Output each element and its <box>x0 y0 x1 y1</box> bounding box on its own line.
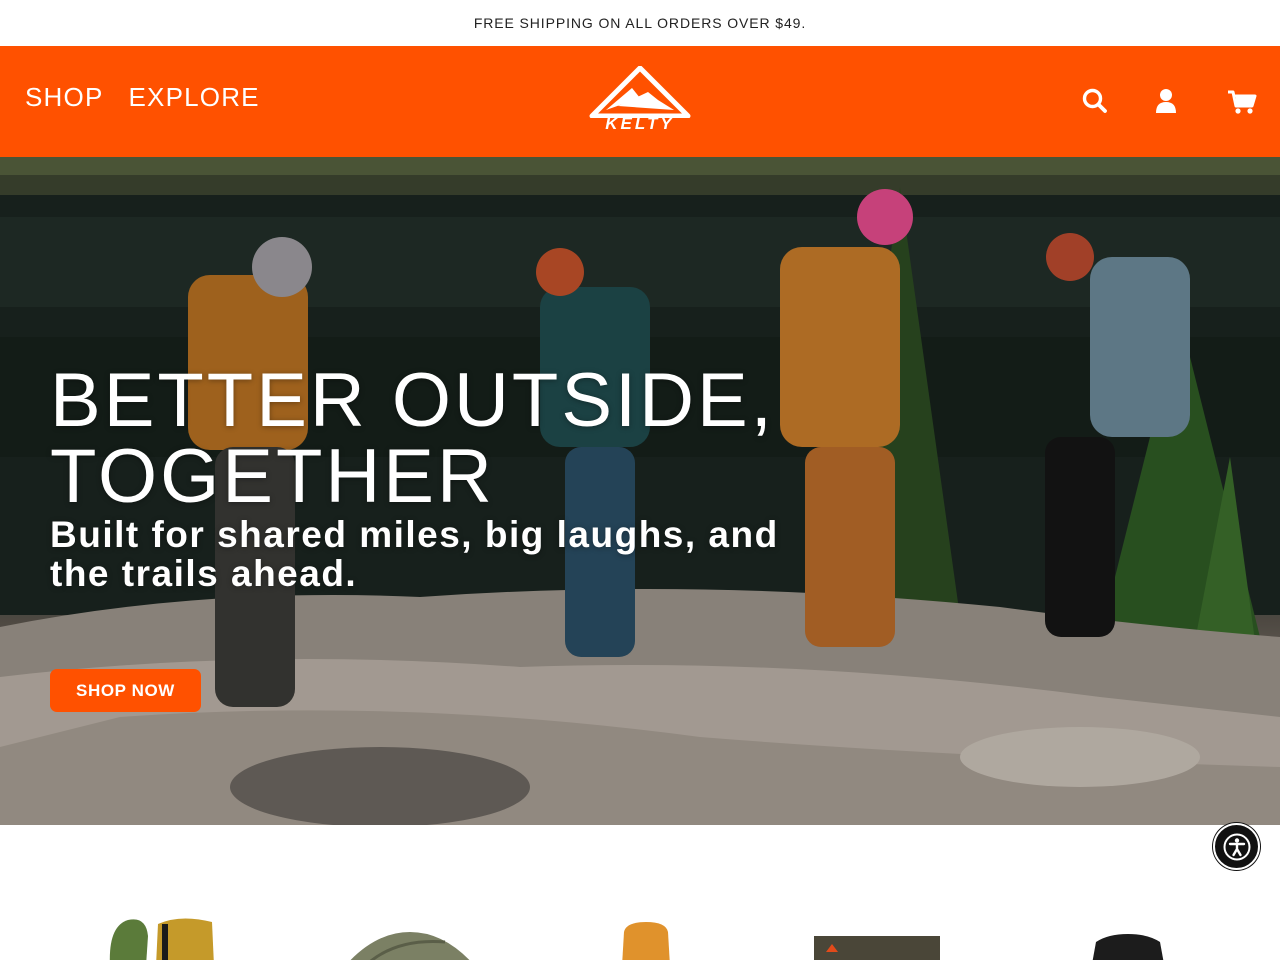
hero-title-line2: TOGETHER <box>50 434 495 519</box>
product-strip <box>0 880 1280 960</box>
kelty-logo[interactable]: KELTY <box>588 66 692 136</box>
announcement-text: FREE SHIPPING ON ALL ORDERS OVER $49. <box>473 15 807 31</box>
daypack-image[interactable] <box>1088 934 1168 960</box>
nav-shop[interactable]: SHOP <box>25 82 103 113</box>
announcement-bar: FREE SHIPPING ON ALL ORDERS OVER $49. <box>0 0 1280 46</box>
backpack-image[interactable] <box>616 922 676 960</box>
main-nav: SHOP EXPLORE <box>25 82 260 113</box>
logo-mountain-icon <box>589 66 691 118</box>
hero-title-line1: BETTER OUTSIDE, <box>50 358 775 443</box>
tent-image[interactable] <box>345 932 475 960</box>
camp-chair-image[interactable] <box>812 934 942 960</box>
account-icon[interactable] <box>1152 86 1182 116</box>
cart-icon[interactable] <box>1226 86 1257 116</box>
sleeping-bag-image[interactable] <box>100 916 220 960</box>
site-header: SHOP EXPLORE KELTY <box>0 46 1280 157</box>
hero-title: BETTER OUTSIDE, TOGETHER <box>50 363 775 515</box>
nav-explore[interactable]: EXPLORE <box>128 82 259 113</box>
hero-subtitle: Built for shared miles, big laughs, and … <box>50 514 779 594</box>
shop-now-button[interactable]: SHOP NOW <box>50 669 201 712</box>
logo-text: KELTY <box>605 114 675 133</box>
search-icon[interactable] <box>1080 86 1110 116</box>
accessibility-icon[interactable] <box>1213 823 1260 870</box>
hero-banner: BETTER OUTSIDE, TOGETHER Built for share… <box>0 157 1280 825</box>
